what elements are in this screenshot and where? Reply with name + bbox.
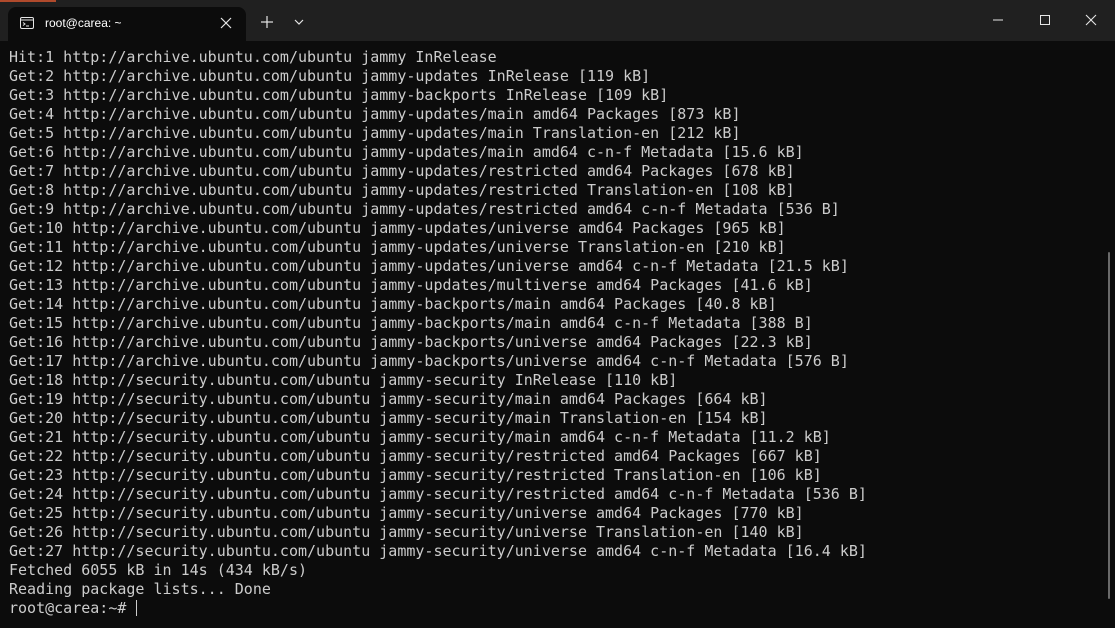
output-line: Get:8 http://archive.ubuntu.com/ubuntu j… [9, 181, 795, 199]
output-line: Get:4 http://archive.ubuntu.com/ubuntu j… [9, 105, 741, 123]
prompt-line[interactable]: root@carea:~# [9, 599, 1099, 618]
shell-prompt: root@carea:~# [9, 599, 136, 617]
scrollbar[interactable] [1108, 252, 1110, 599]
output-line: Get:9 http://archive.ubuntu.com/ubuntu j… [9, 200, 840, 218]
output-line: Get:20 http://security.ubuntu.com/ubuntu… [9, 409, 768, 427]
terminal-window: root@carea: ~ Hit:1 http://archive.ubunt… [0, 0, 1115, 628]
chevron-down-icon[interactable] [294, 18, 304, 26]
output-line: Get:7 http://archive.ubuntu.com/ubuntu j… [9, 162, 795, 180]
title-bar[interactable]: root@carea: ~ [0, 0, 1115, 41]
tab-terminal[interactable]: root@carea: ~ [8, 7, 246, 41]
output-line: Get:19 http://security.ubuntu.com/ubuntu… [9, 390, 768, 408]
output-line: Get:12 http://archive.ubuntu.com/ubuntu … [9, 257, 849, 275]
output-line: Fetched 6055 kB in 14s (434 kB/s) [9, 561, 308, 579]
output-line: Get:14 http://archive.ubuntu.com/ubuntu … [9, 295, 777, 313]
output-line: Get:24 http://security.ubuntu.com/ubuntu… [9, 485, 867, 503]
output-line: Hit:1 http://archive.ubuntu.com/ubuntu j… [9, 48, 497, 66]
output-line: Get:23 http://security.ubuntu.com/ubuntu… [9, 466, 822, 484]
output-line: Reading package lists... Done [9, 580, 271, 598]
plus-icon[interactable] [261, 16, 273, 28]
output-line: Get:25 http://security.ubuntu.com/ubuntu… [9, 504, 804, 522]
output-line: Get:13 http://archive.ubuntu.com/ubuntu … [9, 276, 813, 294]
tab-title: root@carea: ~ [45, 16, 122, 30]
maximize-icon[interactable] [1039, 14, 1051, 26]
output-line: Get:11 http://archive.ubuntu.com/ubuntu … [9, 238, 786, 256]
output-line: Get:17 http://archive.ubuntu.com/ubuntu … [9, 352, 849, 370]
output-line: Get:26 http://security.ubuntu.com/ubuntu… [9, 523, 804, 541]
output-line: Get:21 http://security.ubuntu.com/ubuntu… [9, 428, 831, 446]
output-line: Get:5 http://archive.ubuntu.com/ubuntu j… [9, 124, 741, 142]
output-line: Get:2 http://archive.ubuntu.com/ubuntu j… [9, 67, 651, 85]
text-cursor [136, 600, 138, 616]
close-icon[interactable] [220, 17, 232, 29]
output-line: Get:18 http://security.ubuntu.com/ubuntu… [9, 371, 678, 389]
output-line: Get:10 http://archive.ubuntu.com/ubuntu … [9, 219, 786, 237]
terminal-icon [20, 17, 34, 29]
output-line: Get:22 http://security.ubuntu.com/ubuntu… [9, 447, 822, 465]
output-line: Get:6 http://archive.ubuntu.com/ubuntu j… [9, 143, 804, 161]
output-line: Get:16 http://archive.ubuntu.com/ubuntu … [9, 333, 813, 351]
output-line: Get:15 http://archive.ubuntu.com/ubuntu … [9, 314, 813, 332]
accent-strip [0, 0, 56, 2]
minimize-icon[interactable] [992, 14, 1004, 26]
output-line: Get:27 http://security.ubuntu.com/ubuntu… [9, 542, 867, 560]
output-line: Get:3 http://archive.ubuntu.com/ubuntu j… [9, 86, 669, 104]
terminal-output[interactable]: Hit:1 http://archive.ubuntu.com/ubuntu j… [9, 48, 1099, 624]
window-close-icon[interactable] [1085, 14, 1097, 26]
